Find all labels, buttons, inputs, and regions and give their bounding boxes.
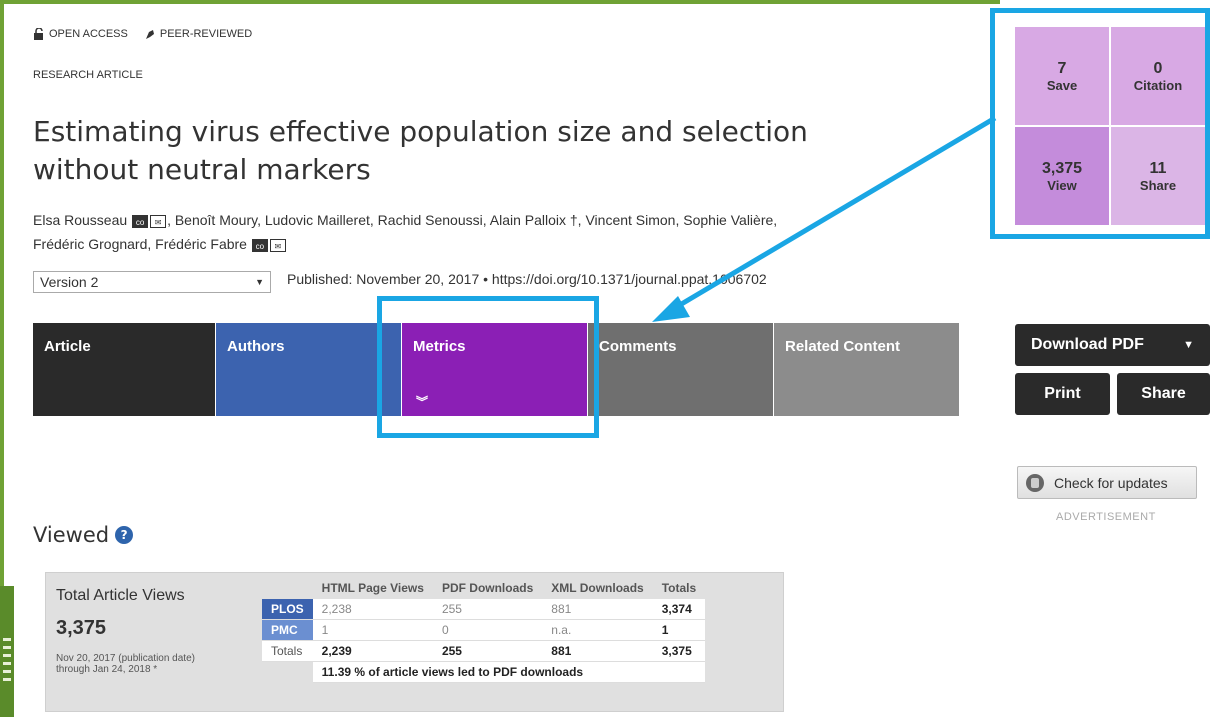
caret-down-icon: ▼ (1183, 339, 1194, 351)
source-cell: Totals (262, 640, 313, 662)
views-panel: Total Article Views 3,375 Nov 20, 2017 (… (45, 572, 784, 712)
total-views-number: 3,375 (56, 617, 107, 639)
xml-downloads-cell: 881 (542, 640, 653, 662)
advertisement-label: ADVERTISEMENT (1056, 511, 1156, 523)
viewed-heading-text: Viewed (33, 523, 110, 547)
html-views-cell: 2,239 (312, 640, 433, 662)
source-cell: PMC (262, 619, 313, 641)
column-header: XML Downloads (551, 581, 644, 595)
row-total-cell: 3,374 (652, 599, 706, 620)
views-date-range: Nov 20, 2017 (publication date) through … (56, 653, 256, 675)
table-header-row: HTML Page Views PDF Downloads XML Downlo… (262, 577, 705, 599)
table-row: PMC 1 0 n.a. 1 (262, 619, 706, 641)
pdf-ratio-note: 11.39 % of article views led to PDF down… (312, 661, 706, 683)
date-range-line: through Jan 24, 2018 * (56, 664, 158, 675)
empty-cell (262, 662, 313, 683)
check-for-updates-button[interactable]: Check for updates (1017, 466, 1197, 499)
row-total-cell: 1 (652, 619, 706, 641)
row-total-cell: 3,375 (652, 640, 706, 662)
html-views-cell: 2,238 (312, 599, 433, 620)
download-pdf-button[interactable]: Download PDF ▼ (1015, 324, 1210, 366)
share-label: Share (1141, 385, 1186, 402)
column-header: HTML Page Views (321, 581, 424, 595)
views-table: HTML Page Views PDF Downloads XML Downlo… (262, 577, 706, 683)
xml-downloads-cell: n.a. (542, 619, 653, 641)
column-header: Totals (661, 581, 697, 595)
date-range-line: Nov 20, 2017 (publication date) (56, 653, 195, 664)
table-row: 11.39 % of article views led to PDF down… (262, 661, 706, 683)
column-header (262, 577, 313, 599)
print-label: Print (1044, 385, 1081, 402)
share-button[interactable]: Share (1117, 373, 1210, 415)
total-views-label: Total Article Views (56, 587, 185, 604)
viewed-heading: Viewed ? (33, 523, 134, 547)
check-updates-label: Check for updates (1054, 474, 1168, 491)
crossmark-icon (1026, 473, 1044, 492)
help-icon[interactable]: ? (115, 526, 134, 544)
pdf-downloads-cell: 0 (432, 619, 543, 641)
table-row: PLOS 2,238 255 881 3,374 (262, 599, 706, 620)
html-views-cell: 1 (312, 619, 433, 641)
source-cell: PLOS (262, 599, 313, 620)
xml-downloads-cell: 881 (542, 599, 653, 620)
pdf-downloads-cell: 255 (432, 599, 543, 620)
table-row: Totals 2,239 255 881 3,375 (262, 640, 706, 662)
download-pdf-label: Download PDF (1031, 336, 1144, 353)
pdf-downloads-cell: 255 (432, 640, 543, 662)
print-button[interactable]: Print (1015, 373, 1110, 415)
column-header: PDF Downloads (441, 581, 534, 595)
